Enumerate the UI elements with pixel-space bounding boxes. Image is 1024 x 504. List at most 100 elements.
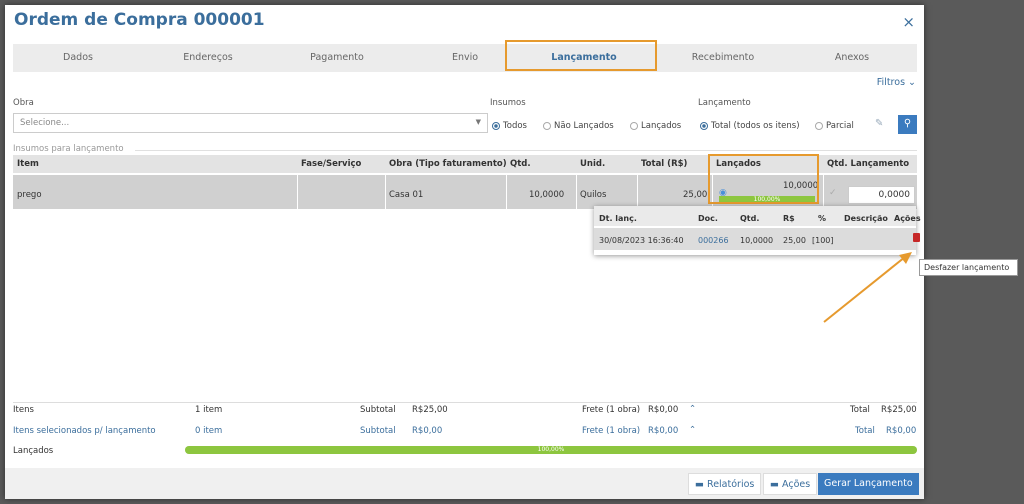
header-obra: Obra (Tipo faturamento) bbox=[389, 159, 507, 169]
tab-enderecos[interactable]: Endereços bbox=[143, 44, 273, 72]
lancamento-label: Lançamento bbox=[698, 98, 751, 108]
chevron-up-icon[interactable]: ⌃ bbox=[689, 404, 696, 414]
report-icon: ▬ bbox=[695, 479, 704, 490]
total-value: R$25,00 bbox=[881, 405, 917, 415]
tab-recebimento[interactable]: Recebimento bbox=[659, 44, 787, 72]
cell-obra: Casa 01 bbox=[389, 190, 424, 200]
section-divider bbox=[135, 150, 917, 151]
cell-item: prego bbox=[17, 190, 42, 200]
radio-label: Lançados bbox=[641, 121, 682, 131]
popup-header-acoes: Ações bbox=[894, 214, 921, 223]
header-total: Total (R$) bbox=[641, 159, 688, 169]
popup-header-descricao: Descrição bbox=[844, 214, 888, 223]
column-divider bbox=[506, 175, 507, 209]
column-divider bbox=[823, 175, 824, 209]
cell-unid: Quilos bbox=[580, 190, 607, 200]
radio-lancamento-parcial[interactable]: Parcial bbox=[815, 121, 854, 131]
selected-count: 0 item bbox=[195, 426, 223, 436]
popup-cell-pct: [100] bbox=[812, 236, 834, 245]
tab-lancamento[interactable]: Lançamento bbox=[509, 44, 659, 72]
column-divider bbox=[385, 175, 386, 209]
generate-launch-button[interactable]: Gerar Lançamento bbox=[818, 473, 919, 495]
tooltip: Desfazer lançamento bbox=[919, 259, 1018, 276]
header-qtd: Qtd. bbox=[510, 159, 531, 169]
tab-dados[interactable]: Dados bbox=[13, 44, 143, 72]
popup-header-pct: % bbox=[818, 214, 827, 223]
total-label: Total bbox=[850, 405, 870, 415]
radio-label: Total (todos os itens) bbox=[711, 121, 800, 131]
radio-label: Não Lançados bbox=[554, 121, 614, 131]
close-icon[interactable]: × bbox=[902, 13, 915, 31]
modal-title: Ordem de Compra 000001 bbox=[14, 10, 265, 30]
qtd-lancamento-input[interactable]: 0,0000 bbox=[848, 186, 915, 204]
radio-label: Todos bbox=[503, 121, 527, 131]
selected-label: Itens selecionados p/ lançamento bbox=[13, 426, 156, 436]
footer-divider bbox=[13, 402, 917, 403]
actions-icon: ▬ bbox=[770, 479, 779, 490]
column-divider bbox=[576, 175, 577, 209]
popup-cell-qtd: 10,0000 bbox=[740, 236, 774, 245]
radio-insumos-todos[interactable]: Todos bbox=[492, 121, 527, 131]
popup-header-date: Dt. lanç. bbox=[599, 214, 637, 223]
table-header: Item Fase/Serviço Obra (Tipo faturamento… bbox=[13, 155, 917, 173]
footer-progress-bar: 100,00% bbox=[185, 446, 917, 454]
lancados-progress-bar: 100,00% bbox=[719, 196, 815, 204]
reports-label: Relatórios bbox=[707, 479, 755, 490]
tab-pagamento[interactable]: Pagamento bbox=[273, 44, 401, 72]
frete-value: R$0,00 bbox=[648, 405, 679, 415]
header-fase: Fase/Serviço bbox=[301, 159, 362, 169]
section-title: Insumos para lançamento bbox=[13, 144, 124, 154]
radio-icon bbox=[630, 122, 638, 130]
itens-label: Itens bbox=[13, 405, 34, 415]
selected-total-value: R$0,00 bbox=[886, 426, 917, 436]
chevron-down-icon: ▼ bbox=[475, 118, 481, 126]
action-bar: ▬ Relatórios ▬ Ações Gerar Lançamento bbox=[5, 468, 924, 499]
radio-insumos-nao-lancados[interactable]: Não Lançados bbox=[543, 121, 614, 131]
tab-anexos[interactable]: Anexos bbox=[787, 44, 917, 72]
popup-cell-valor: 25,00 bbox=[783, 236, 806, 245]
column-divider bbox=[712, 175, 713, 209]
popup-doc-link[interactable]: 000266 bbox=[698, 236, 729, 245]
radio-label: Parcial bbox=[826, 121, 854, 131]
obra-placeholder: Selecione... bbox=[20, 118, 70, 128]
progress-label: 100,00% bbox=[537, 446, 565, 453]
popup-header-doc: Doc. bbox=[698, 214, 718, 223]
obra-label: Obra bbox=[13, 98, 34, 108]
selected-frete-value: R$0,00 bbox=[648, 426, 679, 436]
subtotal-value: R$25,00 bbox=[412, 405, 448, 415]
filters-toggle[interactable]: Filtros ⌄ bbox=[877, 77, 916, 88]
actions-button[interactable]: ▬ Ações bbox=[763, 473, 818, 495]
selected-frete-label: Frete (1 obra) bbox=[582, 426, 641, 436]
selected-total-label: Total bbox=[855, 426, 875, 436]
search-button[interactable]: ⚲ bbox=[898, 115, 917, 134]
column-divider bbox=[637, 175, 638, 209]
radio-insumos-lancados[interactable]: Lançados bbox=[630, 121, 681, 131]
pencil-icon[interactable]: ✎ bbox=[875, 118, 883, 129]
tab-bar: Dados Endereços Pagamento Envio Lançamen… bbox=[13, 44, 917, 72]
check-icon[interactable]: ✓ bbox=[829, 188, 837, 198]
header-item: Item bbox=[17, 159, 39, 169]
radio-selected-icon bbox=[700, 122, 708, 130]
obra-select[interactable]: Selecione... ▼ bbox=[13, 113, 488, 133]
header-unid: Unid. bbox=[580, 159, 606, 169]
reports-button[interactable]: ▬ Relatórios bbox=[688, 473, 762, 495]
cell-lancados: 10,0000 bbox=[783, 181, 819, 191]
chevron-up-icon[interactable]: ⌃ bbox=[689, 425, 696, 435]
header-qtd-lancamento: Qtd. Lançamento bbox=[827, 159, 910, 169]
trash-icon[interactable] bbox=[913, 233, 920, 242]
popup-cell-date: 30/08/2023 16:36:40 bbox=[599, 236, 684, 245]
search-icon: ⚲ bbox=[903, 118, 912, 129]
insumos-label: Insumos bbox=[490, 98, 526, 108]
radio-icon bbox=[543, 122, 551, 130]
radio-icon bbox=[815, 122, 823, 130]
popup-header: Dt. lanç. Doc. Qtd. R$ % Descrição Ações bbox=[594, 206, 921, 226]
frete-label: Frete (1 obra) bbox=[582, 405, 641, 415]
radio-lancamento-total[interactable]: Total (todos os itens) bbox=[700, 121, 800, 131]
cell-qtd: 10,0000 bbox=[529, 190, 565, 200]
lancados-label: Lançados bbox=[13, 446, 54, 456]
column-divider bbox=[297, 175, 298, 209]
radio-selected-icon bbox=[492, 122, 500, 130]
subtotal-label: Subtotal bbox=[360, 405, 396, 415]
popup-header-qtd: Qtd. bbox=[740, 214, 760, 223]
popup-header-valor: R$ bbox=[783, 214, 795, 223]
